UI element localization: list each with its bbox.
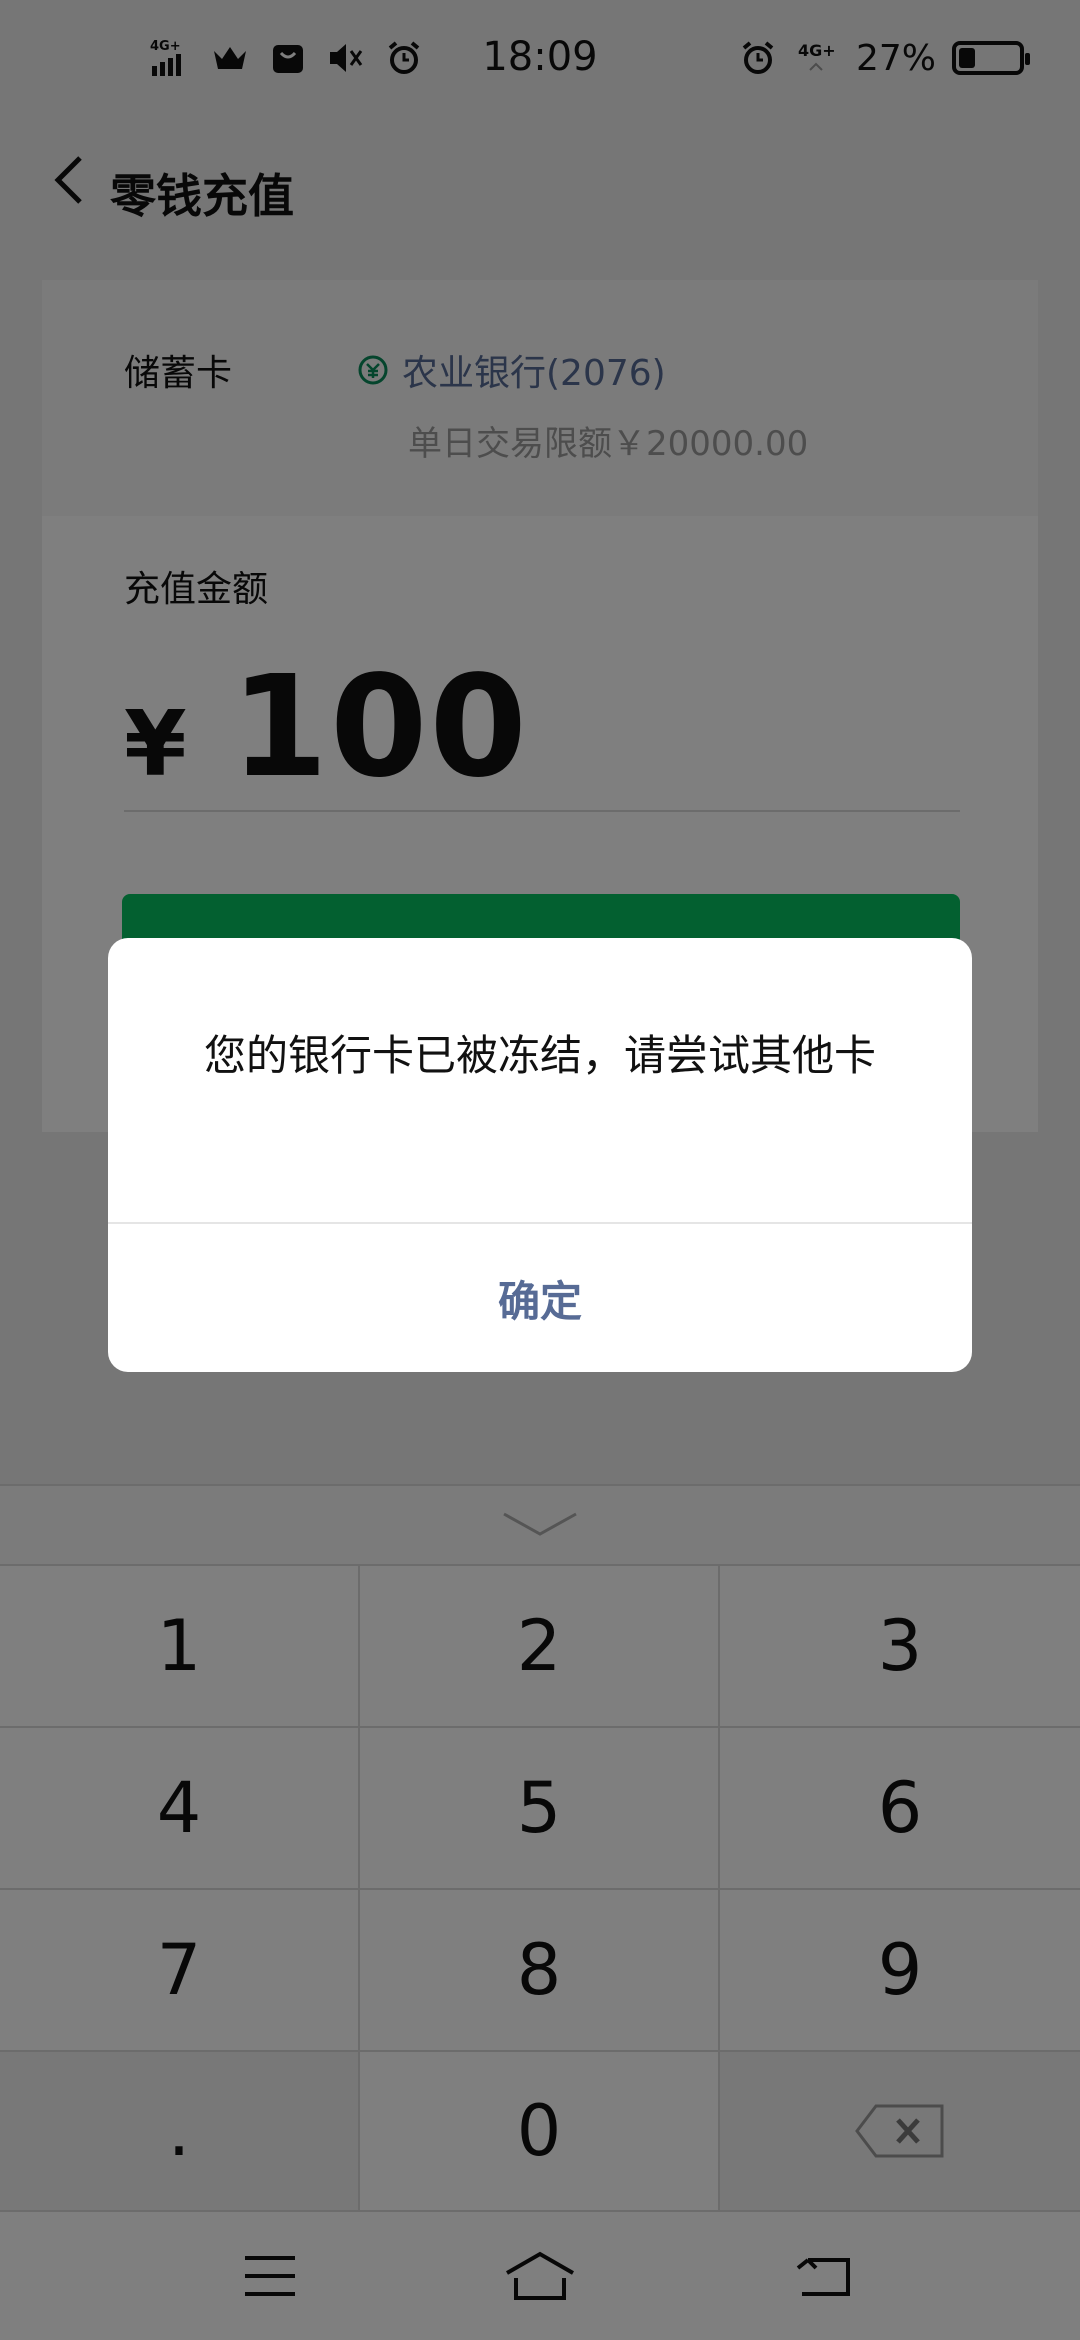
confirm-button[interactable]: 确定 [108, 1224, 972, 1372]
alert-dialog: 您的银行卡已被冻结，请尝试其他卡 确定 [108, 938, 972, 1372]
dialog-message: 您的银行卡已被冻结，请尝试其他卡 [203, 1031, 876, 1080]
